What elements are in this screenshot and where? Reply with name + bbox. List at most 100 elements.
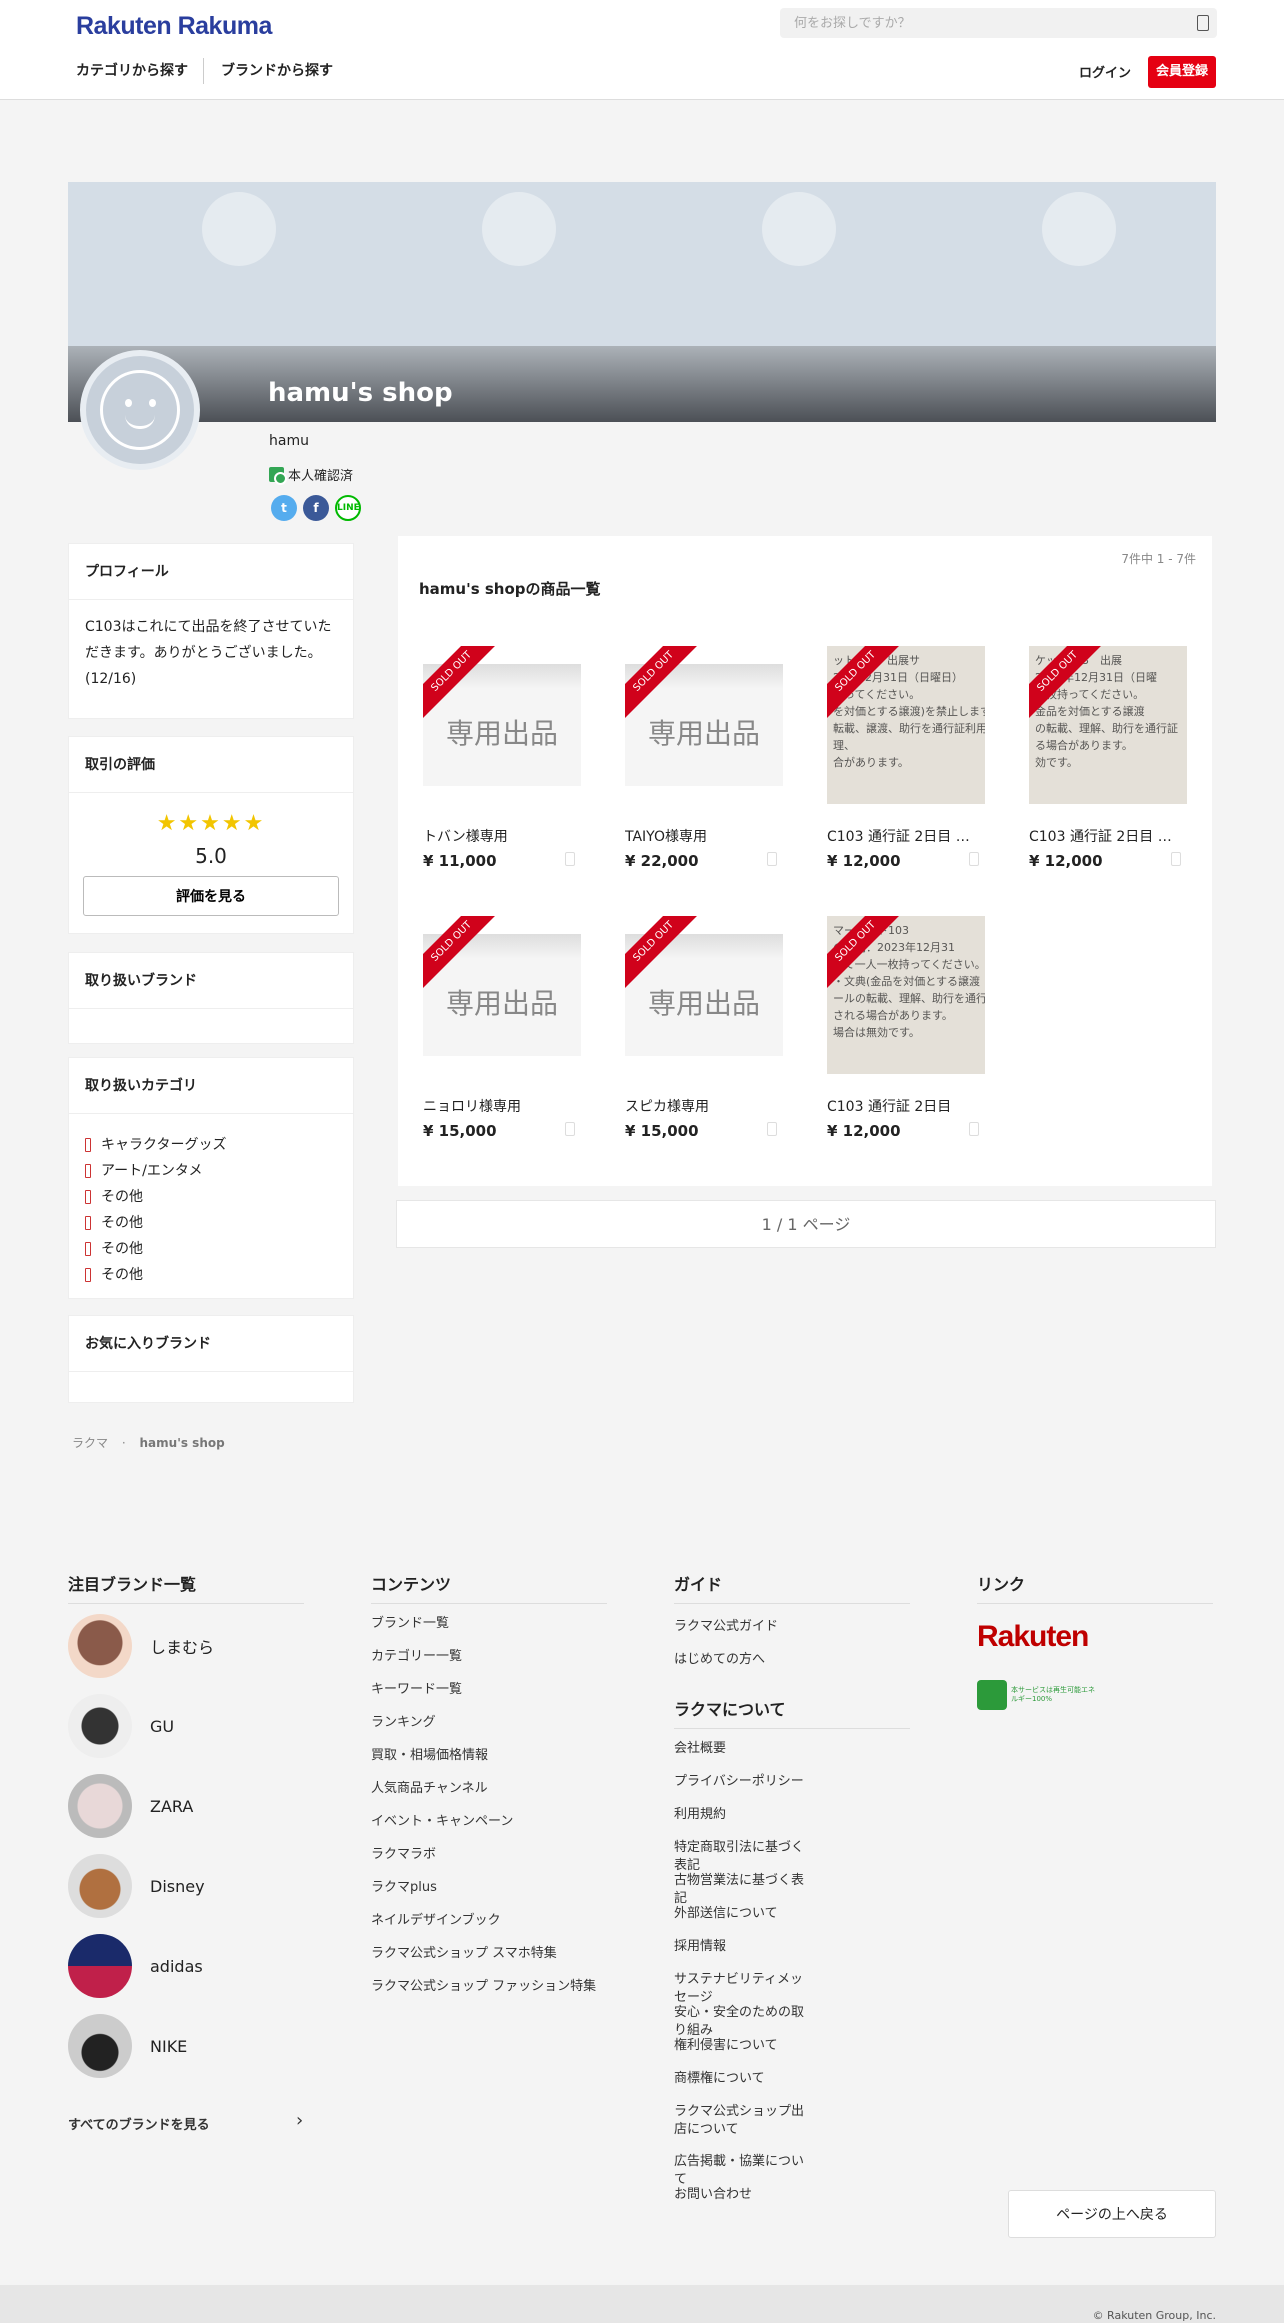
product-item[interactable]: 専用出品 SOLD OUT ニョロリ様専用 ¥ 15,000 [423, 916, 583, 1140]
product-image[interactable]: 専用出品 SOLD OUT [625, 646, 783, 804]
footer-link[interactable]: 広告掲載・協業について [674, 2153, 814, 2189]
like-icon[interactable] [767, 852, 777, 866]
brand-link-zara[interactable]: ZARA [68, 1774, 193, 1838]
product-item[interactable]: 専用出品 SOLD OUT TAIYO様専用 ¥ 22,000 [625, 646, 785, 870]
footer-link[interactable]: 安心・安全のための取り組み [674, 2004, 814, 2040]
product-image[interactable]: ット103 出展サ23年12月31日（日曜日）持ってください。を対価とする譲渡)… [827, 646, 985, 804]
rakuma-logo[interactable]: Rakuten Rakuma [76, 12, 272, 41]
photo-text-line: ・文典(金品を対価とする譲渡 [833, 975, 980, 988]
twitter-icon[interactable]: t [271, 495, 297, 521]
like-icon[interactable] [969, 852, 979, 866]
footer-link[interactable]: 人気商品チャンネル [371, 1780, 607, 1798]
footer-link[interactable]: ラクマ公式ショップ ファッション特集 [371, 1978, 607, 1996]
product-name[interactable]: C103 通行証 2日目 コ... [1029, 826, 1179, 846]
product-image[interactable]: マーケット103の期間：2023年12月31して一人一枚持ってください。・文典(… [827, 916, 985, 1074]
product-image[interactable]: 専用出品 SOLD OUT [423, 646, 581, 804]
footer-link[interactable]: プライバシーポリシー [674, 1773, 814, 1791]
product-item[interactable]: 専用出品 SOLD OUT スピカ様専用 ¥ 15,000 [625, 916, 785, 1140]
photo-text-line: 転載、譲渡、助行を通行証利用者全員 [833, 722, 985, 735]
nav-brand[interactable]: ブランドから探す [221, 60, 333, 80]
verified-icon [269, 467, 287, 485]
footer-link[interactable]: キーワード一覧 [371, 1681, 607, 1699]
login-link[interactable]: ログイン [1079, 62, 1131, 81]
footer-contents-title: コンテンツ [371, 1571, 607, 1604]
camera-icon[interactable] [1197, 15, 1209, 31]
category-item[interactable]: その他 [85, 1236, 337, 1262]
category-item[interactable]: その他 [85, 1262, 337, 1288]
footer-link[interactable]: 商標権について [674, 2070, 814, 2088]
footer-link[interactable]: ラクマ公式ショップ スマホ特集 [371, 1945, 607, 1963]
product-price: ¥ 12,000 [827, 852, 901, 870]
footer-link[interactable]: ブランド一覧 [371, 1615, 607, 1633]
brand-link-nike[interactable]: NIKE [68, 2014, 187, 2078]
user-name[interactable]: hamu [269, 433, 309, 449]
footer-link[interactable]: サステナビリティメッセージ [674, 1971, 814, 2007]
photo-text-line: ールの転載、理解、助行を通行 [833, 992, 985, 1005]
footer-link[interactable]: ラクマplus [371, 1879, 607, 1897]
brand-image [68, 1774, 132, 1838]
brand-link-adidas[interactable]: adidas [68, 1934, 203, 1998]
footer-link[interactable]: 古物営業法に基づく表記 [674, 1872, 814, 1908]
product-image[interactable]: 専用出品 SOLD OUT [625, 916, 783, 1074]
signup-button[interactable]: 会員登録 [1148, 56, 1216, 88]
product-name[interactable]: TAIYO様専用 [625, 826, 775, 846]
footer-link[interactable]: 買取・相場価格情報 [371, 1747, 607, 1765]
like-icon[interactable] [767, 1122, 777, 1136]
category-item[interactable]: その他 [85, 1184, 337, 1210]
facebook-icon[interactable]: f [303, 495, 329, 521]
product-name[interactable]: トバン様専用 [423, 826, 573, 846]
product-item[interactable]: マーケット103の期間：2023年12月31して一人一枚持ってください。・文典(… [827, 916, 987, 1140]
product-item[interactable]: 専用出品 SOLD OUT トバン様専用 ¥ 11,000 [423, 646, 583, 870]
product-name[interactable]: C103 通行証 2日目 コ... [827, 826, 977, 846]
product-name[interactable]: スピカ様専用 [625, 1096, 775, 1116]
footer-link[interactable]: 外部送信について [674, 1905, 814, 1923]
breadcrumb-home[interactable]: ラクマ [72, 1436, 108, 1450]
category-item[interactable]: キャラクターグッズ [85, 1132, 337, 1158]
brand-link-shimamura[interactable]: しまむら [68, 1614, 214, 1678]
product-item[interactable]: ケット103 出展2023年12月31日（日曜一枚持ってください。金品を対価とす… [1029, 646, 1189, 870]
product-name[interactable]: C103 通行証 2日目 [827, 1096, 977, 1116]
like-icon[interactable] [1171, 852, 1181, 866]
footer-link[interactable]: 特定商取引法に基づく表記 [674, 1839, 814, 1875]
footer-link[interactable]: 利用規約 [674, 1806, 814, 1824]
line-icon[interactable]: LINE [335, 495, 361, 521]
footer-link[interactable]: はじめての方へ [674, 1648, 765, 1667]
footer-link[interactable]: 採用情報 [674, 1938, 814, 1956]
footer-link[interactable]: ランキング [371, 1714, 607, 1732]
banner-pattern [482, 192, 556, 266]
product-list: 7件中 1 - 7件 hamu's shopの商品一覧 専用出品 SOLD OUT… [398, 536, 1212, 1186]
profile-card: プロフィール C103はこれにて出品を終了させていただきます。ありがとうございま… [68, 543, 354, 719]
footer-link[interactable]: ラクマ公式ガイド [674, 1615, 778, 1634]
footer-link[interactable]: 会社概要 [674, 1740, 814, 1758]
footer-link[interactable]: お問い合わせ [674, 2186, 814, 2204]
footer-link[interactable]: カテゴリー一覧 [371, 1648, 607, 1666]
brand-link-disney[interactable]: Disney [68, 1854, 205, 1918]
footer-link[interactable]: ネイルデザインブック [371, 1912, 607, 1930]
footer-link[interactable]: ラクマラボ [371, 1846, 607, 1864]
view-ratings-button[interactable]: 評価を見る [83, 876, 339, 916]
search-bar [780, 8, 1217, 38]
footer-link[interactable]: 権利侵害について [674, 2037, 814, 2055]
search-input[interactable] [780, 8, 1160, 38]
green-energy-badge[interactable]: 本サービスは再生可能エネルギー100% [977, 1680, 1101, 1710]
back-to-top-button[interactable]: ページの上へ戻る [1008, 2190, 1216, 2238]
rakuten-logo[interactable]: Rakuten [977, 1620, 1089, 1654]
product-name[interactable]: ニョロリ様専用 [423, 1096, 573, 1116]
product-image[interactable]: 専用出品 SOLD OUT [423, 916, 581, 1074]
product-image[interactable]: ケット103 出展2023年12月31日（日曜一枚持ってください。金品を対価とす… [1029, 646, 1187, 804]
see-all-brands-link[interactable]: すべてのブランドを見る [68, 2114, 210, 2133]
footer-link[interactable]: イベント・キャンペーン [371, 1813, 607, 1831]
brand-link-gu[interactable]: GU [68, 1694, 174, 1758]
chevron-right-icon[interactable]: › [296, 2110, 303, 2131]
footer-link[interactable]: ラクマ公式ショップ出店について [674, 2103, 814, 2139]
verified-badge: 本人確認済 [269, 465, 353, 485]
footer-guide-title: ガイド [674, 1571, 910, 1604]
like-icon[interactable] [969, 1122, 979, 1136]
breadcrumb: ラクマ · hamu's shop [72, 1434, 225, 1451]
product-item[interactable]: ット103 出展サ23年12月31日（日曜日）持ってください。を対価とする譲渡)… [827, 646, 987, 870]
category-item[interactable]: その他 [85, 1210, 337, 1236]
like-icon[interactable] [565, 852, 575, 866]
category-item[interactable]: アート/エンタメ [85, 1158, 337, 1184]
like-icon[interactable] [565, 1122, 575, 1136]
nav-category[interactable]: カテゴリから探す [76, 60, 188, 80]
